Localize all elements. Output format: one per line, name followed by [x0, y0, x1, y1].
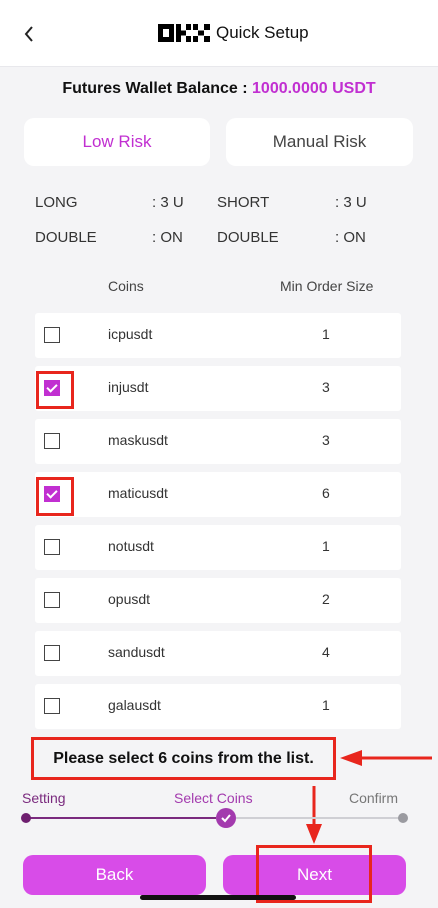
coin-row[interactable]: maskusdt 3	[35, 419, 401, 464]
header-brand: Quick Setup	[158, 18, 309, 48]
checkmark-icon	[221, 814, 231, 823]
coin-checkbox[interactable]	[44, 698, 60, 714]
progress-line-completed	[30, 817, 216, 819]
coin-name: icpusdt	[108, 326, 153, 342]
double-label-long: DOUBLE	[35, 229, 97, 246]
coin-row[interactable]: injusdt 3	[35, 366, 401, 411]
min-order-size-column-header: Min Order Size	[280, 278, 374, 294]
selection-callout: Please select 6 coins from the list.	[31, 737, 336, 780]
coin-row[interactable]: sandusdt 4	[35, 631, 401, 676]
double-label-short: DOUBLE	[217, 229, 279, 246]
coin-checkbox[interactable]	[44, 327, 60, 343]
coin-name: galausdt	[108, 697, 161, 713]
short-value: : 3 U	[335, 194, 367, 211]
coins-column-header: Coins	[108, 278, 144, 294]
coin-row[interactable]: notusdt 1	[35, 525, 401, 570]
coin-min-order: 1	[322, 326, 330, 342]
low-risk-button[interactable]: Low Risk	[24, 118, 210, 166]
chevron-left-icon[interactable]	[18, 20, 40, 48]
coin-row[interactable]: icpusdt 1	[35, 313, 401, 358]
step-select-coins: Select Coins	[174, 790, 253, 806]
coin-min-order: 3	[322, 432, 330, 448]
coin-min-order: 2	[322, 591, 330, 607]
coin-checkbox[interactable]	[44, 645, 60, 661]
step-confirm: Confirm	[349, 790, 399, 806]
coin-min-order: 3	[322, 379, 330, 395]
coin-name: sandusdt	[108, 644, 165, 660]
coin-checkbox[interactable]	[44, 539, 60, 555]
coin-min-order: 6	[322, 485, 330, 501]
wallet-balance-label: Futures Wallet Balance :	[62, 80, 253, 97]
coin-name: maskusdt	[108, 432, 168, 448]
coin-row[interactable]: maticusdt 6	[35, 472, 401, 517]
page-title: Quick Setup	[216, 23, 309, 42]
coin-row[interactable]: opusdt 2	[35, 578, 401, 623]
step-setting: Setting	[22, 790, 66, 806]
double-value-short: : ON	[335, 229, 366, 246]
coin-name: opusdt	[108, 591, 151, 607]
long-label: LONG	[35, 194, 78, 211]
coin-row[interactable]: galausdt 1	[35, 684, 401, 729]
arrow-left-icon	[340, 750, 432, 766]
short-label: SHORT	[217, 194, 270, 211]
back-button[interactable]: Back	[23, 855, 206, 895]
coin-checkbox-checked[interactable]	[44, 380, 60, 396]
wallet-balance: Futures Wallet Balance : 1000.0000 USDT	[0, 80, 438, 98]
coin-name: maticusdt	[108, 485, 168, 501]
step-dot-setting	[21, 813, 31, 823]
arrow-down-icon	[306, 786, 322, 844]
step-dot-select-coins	[216, 808, 236, 828]
coin-min-order: 4	[322, 644, 330, 660]
double-value-long: : ON	[152, 229, 183, 246]
step-dot-confirm	[398, 813, 408, 823]
wallet-balance-value: 1000.0000 USDT	[252, 80, 376, 97]
okx-logo	[158, 24, 210, 42]
coin-checkbox-checked[interactable]	[44, 486, 60, 502]
coin-name: injusdt	[108, 379, 149, 395]
progress-line-remaining	[236, 817, 400, 819]
coin-name: notusdt	[108, 538, 154, 554]
coin-checkbox[interactable]	[44, 433, 60, 449]
coin-min-order: 1	[322, 538, 330, 554]
header-bar: Quick Setup	[0, 0, 438, 67]
home-indicator	[140, 895, 296, 900]
manual-risk-button[interactable]: Manual Risk	[226, 118, 413, 166]
long-value: : 3 U	[152, 194, 184, 211]
next-button[interactable]: Next	[223, 855, 406, 895]
coin-checkbox[interactable]	[44, 592, 60, 608]
coin-min-order: 1	[322, 697, 330, 713]
